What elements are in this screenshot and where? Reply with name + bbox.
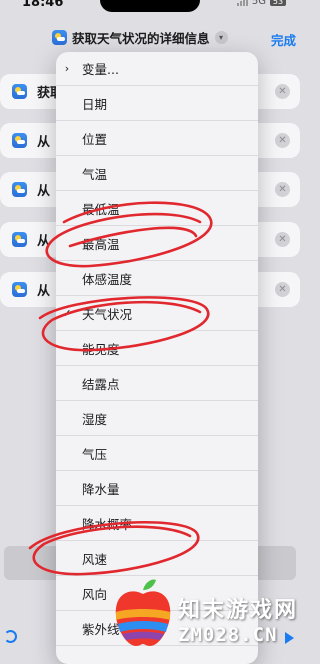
header: 获取天气状况的详细信息 ▾ 完成 xyxy=(0,28,300,52)
menu-item-high-temp[interactable]: 最高温 xyxy=(56,226,258,261)
remove-action-icon[interactable]: ✕ xyxy=(275,133,290,148)
weather-icon xyxy=(12,84,27,99)
menu-item-label: 能见度 xyxy=(82,341,120,357)
menu-item-label: 最低温 xyxy=(82,201,120,217)
page-title: 获取天气状况的详细信息 xyxy=(72,31,210,46)
search-bar[interactable] xyxy=(4,546,64,580)
menu-item-humidity[interactable]: 湿度 xyxy=(56,401,258,436)
menu-item-label: 变量... xyxy=(82,62,119,77)
network-label: 5G xyxy=(251,0,266,7)
action-row-label: 从 xyxy=(37,284,51,299)
menu-item-label: 降水概率 xyxy=(82,516,133,532)
menu-item-condition[interactable]: ✓ 天气状况 xyxy=(56,296,258,331)
menu-item-pressure[interactable]: 气压 xyxy=(56,436,258,471)
menu-item-dew-point[interactable]: 结露点 xyxy=(56,366,258,401)
menu-item-temperature[interactable]: 气温 xyxy=(56,156,258,191)
dynamic-island xyxy=(100,0,200,12)
menu-item-visibility[interactable]: 能见度 xyxy=(56,331,258,366)
menu-item-label: 湿度 xyxy=(82,411,108,427)
watermark-url: ZM028.CN xyxy=(178,624,278,646)
action-row-label: 从 xyxy=(37,184,51,199)
weather-icon xyxy=(52,30,67,45)
weather-icon xyxy=(12,282,27,297)
menu-item-label: 风速 xyxy=(82,551,108,567)
menu-item-label: 结露点 xyxy=(82,376,120,392)
apple-logo-icon xyxy=(115,579,171,646)
battery-icon: 53 xyxy=(270,0,286,6)
menu-item-feels-like[interactable]: 体感温度 xyxy=(56,261,258,296)
menu-item-low-temp[interactable]: 最低温 xyxy=(56,191,258,226)
watermark-title: 知末游戏网 xyxy=(178,598,299,623)
done-button[interactable]: 完成 xyxy=(271,30,296,49)
menu-item-location[interactable]: 位置 xyxy=(56,121,258,156)
menu-item-label: 位置 xyxy=(82,131,108,147)
menu-item-label: 最高温 xyxy=(82,236,120,252)
status-indicators: 5G 53 xyxy=(236,0,286,7)
menu-item-precip-chance[interactable]: 降水概率 xyxy=(56,506,258,541)
menu-item-label: 降水量 xyxy=(82,481,120,497)
menu-item-precipitation[interactable]: 降水量 xyxy=(56,471,258,506)
undo-icon[interactable] xyxy=(4,630,17,643)
remove-action-icon[interactable]: ✕ xyxy=(275,282,290,297)
remove-action-icon[interactable]: ✕ xyxy=(275,84,290,99)
menu-item-label: 气温 xyxy=(82,166,108,182)
action-row-label: 从 xyxy=(37,135,51,150)
menu-item-label: 天气状况 xyxy=(82,306,133,322)
status-bar: 18:46 5G 53 xyxy=(0,0,300,14)
signal-icon xyxy=(236,0,248,6)
site-watermark: 知末游戏网 ZM028.CN xyxy=(112,570,300,664)
menu-item-label: 体感温度 xyxy=(82,271,133,287)
menu-item-variable[interactable]: › 变量... xyxy=(56,52,258,86)
checkmark-icon: ✓ xyxy=(62,306,72,320)
weather-icon xyxy=(12,232,27,247)
action-row-label: 从 xyxy=(37,234,51,249)
menu-item-label: 日期 xyxy=(82,96,108,112)
chevron-right-icon: › xyxy=(64,62,70,75)
weather-icon xyxy=(12,133,27,148)
remove-action-icon[interactable]: ✕ xyxy=(275,182,290,197)
weather-icon xyxy=(12,182,27,197)
menu-item-date[interactable]: 日期 xyxy=(56,86,258,121)
menu-item-label: 风向 xyxy=(82,586,108,602)
chevron-down-icon[interactable]: ▾ xyxy=(214,31,228,44)
remove-action-icon[interactable]: ✕ xyxy=(275,232,290,247)
action-title-button[interactable]: 获取天气状况的详细信息 ▾ xyxy=(52,28,228,47)
menu-item-label: 气压 xyxy=(82,446,108,462)
status-time: 18:46 xyxy=(22,0,64,10)
